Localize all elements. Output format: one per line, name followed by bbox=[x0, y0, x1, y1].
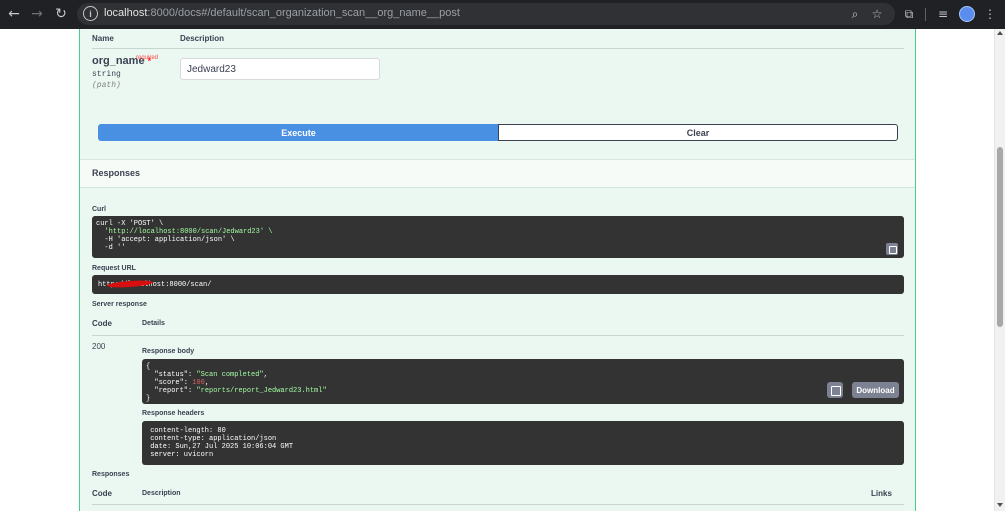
media-icon[interactable]: ≡ bbox=[934, 5, 952, 23]
copy-response-icon[interactable] bbox=[827, 382, 843, 398]
url-text[interactable]: localhost:8000/docs#/default/scan_organi… bbox=[104, 7, 460, 19]
curl-line: -d '' bbox=[96, 244, 126, 252]
url-path: :8000/docs#/default/scan_organization_sc… bbox=[147, 7, 460, 19]
address-bar[interactable]: i localhost:8000/docs#/default/scan_orga… bbox=[77, 3, 895, 25]
responses-title: Responses bbox=[92, 168, 141, 178]
curl-line: -H 'accept: application/json' \ bbox=[96, 236, 235, 244]
json-key: "status": bbox=[146, 371, 197, 379]
json-line-status: "status": "Scan completed", bbox=[146, 371, 268, 379]
back-icon[interactable]: ← bbox=[3, 3, 25, 25]
curl-line: 'http://localhost:8000/scan/Jedward23' \ bbox=[96, 228, 273, 236]
responses-header-bar: Responses bbox=[80, 159, 915, 188]
header-line: server: uvicorn bbox=[146, 451, 214, 459]
json-close: } bbox=[146, 395, 151, 403]
toolbar-separator bbox=[925, 8, 926, 21]
profile-avatar[interactable] bbox=[959, 6, 975, 22]
response-headers-label: Response headers bbox=[142, 410, 205, 417]
code-header: Code bbox=[92, 319, 112, 328]
download-button[interactable]: Download bbox=[852, 382, 899, 398]
scroll-up-icon[interactable] bbox=[997, 31, 1003, 35]
json-line-report: "report": "reports/report_Jedward23.html… bbox=[146, 387, 900, 395]
responses-links-header: Links bbox=[871, 489, 892, 498]
header-line: date: Sun,27 Jul 2025 10:06:04 GMT bbox=[146, 443, 294, 451]
response-body-label: Response body bbox=[142, 348, 195, 355]
header-line: content-type: application/json bbox=[146, 435, 277, 443]
operation-block: Name Description org_name * required stri… bbox=[79, 29, 916, 511]
extensions-icon[interactable]: ⧉ bbox=[900, 5, 918, 23]
copy-curl-icon[interactable] bbox=[886, 243, 898, 255]
curl-label: Curl bbox=[92, 206, 106, 213]
json-value: "Scan completed" bbox=[196, 371, 264, 379]
request-url-label: Request URL bbox=[92, 265, 136, 272]
json-value: 100 bbox=[192, 379, 205, 387]
json-key: "score": bbox=[146, 379, 193, 387]
param-col-description: Description bbox=[180, 34, 225, 43]
responses-description-header: Description bbox=[142, 490, 181, 497]
curl-code-block[interactable]: curl -X 'POST' \ 'http://localhost:8000/… bbox=[92, 216, 904, 258]
required-label: required bbox=[136, 55, 159, 61]
responses-section-title: Responses bbox=[92, 471, 130, 478]
json-open: { bbox=[146, 363, 151, 371]
site-info-icon[interactable]: i bbox=[83, 6, 98, 21]
menu-icon[interactable]: ⋮ bbox=[981, 5, 999, 23]
browser-toolbar: ← → ↻ i localhost:8000/docs#/default/sca… bbox=[0, 0, 1005, 29]
server-response-label: Server response bbox=[92, 301, 147, 308]
json-key: "report": bbox=[146, 387, 197, 395]
responses-section-divider bbox=[92, 504, 904, 505]
page-content: Name Description org_name * required stri… bbox=[0, 29, 994, 511]
zoom-icon[interactable]: ⌕ bbox=[847, 6, 863, 22]
url-host: localhost bbox=[104, 7, 148, 19]
param-location: (path) bbox=[92, 81, 121, 90]
details-header: Details bbox=[142, 320, 165, 327]
clear-button[interactable]: Clear bbox=[498, 124, 898, 141]
header-line: content-length: 80 bbox=[146, 427, 226, 435]
reload-icon[interactable]: ↻ bbox=[50, 3, 72, 25]
param-type: string bbox=[92, 70, 121, 79]
json-line-score: "score": 100, bbox=[146, 379, 210, 387]
response-headers-block[interactable]: content-length: 80 content-type: applica… bbox=[142, 421, 904, 465]
responses-code-header: Code bbox=[92, 489, 112, 498]
org-name-input[interactable]: Jedward23 bbox=[180, 58, 380, 80]
response-body-block[interactable]: { "status": "Scan completed", "score": 1… bbox=[142, 359, 904, 404]
scroll-down-icon[interactable] bbox=[997, 503, 1003, 507]
page-scrollbar[interactable] bbox=[994, 29, 1005, 511]
json-value: "reports/report_Jedward23.html" bbox=[196, 387, 327, 395]
forward-icon[interactable]: → bbox=[26, 3, 48, 25]
request-url-block[interactable]: http://localhost:8000/scan/ bbox=[92, 275, 904, 294]
execute-button[interactable]: Execute bbox=[98, 124, 499, 141]
param-header-divider bbox=[92, 48, 904, 49]
star-icon[interactable]: ☆ bbox=[869, 6, 885, 22]
scroll-thumb[interactable] bbox=[997, 147, 1003, 327]
response-code: 200 bbox=[92, 342, 106, 351]
param-col-name: Name bbox=[92, 34, 114, 43]
server-response-divider bbox=[92, 335, 904, 336]
curl-line: curl -X 'POST' \ bbox=[96, 220, 164, 228]
